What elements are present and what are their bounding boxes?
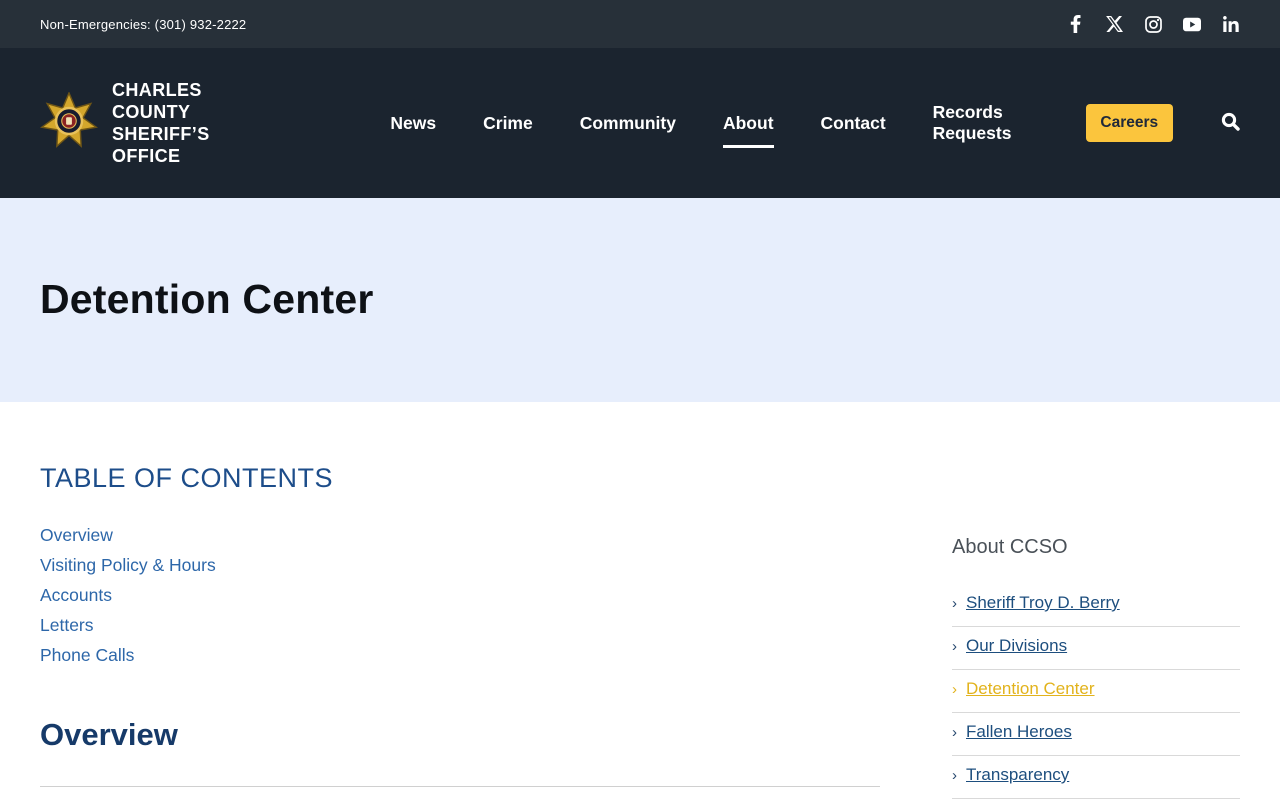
nav-item-crime[interactable]: Crime [483, 99, 533, 148]
toc-heading: TABLE OF CONTENTS [40, 463, 334, 493]
sidebar-heading: About CCSO [952, 536, 1068, 558]
nav-item-contact[interactable]: Contact [821, 99, 886, 148]
social-links [1066, 15, 1240, 33]
sidebar-links: › Sheriff Troy D. Berry › Our Divisions … [952, 584, 1240, 800]
about-ccso-sidebar: About CCSO › Sheriff Troy D. Berry › Our… [952, 463, 1240, 800]
sheriff-badge-icon [39, 90, 99, 155]
sidebar-item-transparency[interactable]: › Transparency [952, 756, 1240, 799]
nav-item-community[interactable]: Community [580, 99, 676, 148]
sidebar-link[interactable]: Transparency [966, 765, 1069, 785]
chevron-right-icon: › [952, 724, 957, 741]
site-logo[interactable]: CHARLES COUNTY SHERIFF’S OFFICE [39, 79, 268, 167]
sidebar-item-sheriff[interactable]: › Sheriff Troy D. Berry [952, 584, 1240, 627]
main-column: TABLE OF CONTENTS Overview Visiting Poli… [40, 463, 880, 800]
linkedin-icon[interactable] [1222, 15, 1240, 33]
sidebar-link[interactable]: Sheriff Troy D. Berry [966, 593, 1120, 613]
main-navbar: CHARLES COUNTY SHERIFF’S OFFICE News Cri… [0, 48, 1280, 198]
nav-item-about[interactable]: About [722, 99, 774, 148]
list-item: Phone Calls [40, 641, 880, 671]
list-item: Accounts [40, 581, 880, 611]
content-area: TABLE OF CONTENTS Overview Visiting Poli… [0, 463, 1280, 800]
search-icon [1221, 112, 1240, 134]
instagram-icon[interactable] [1144, 15, 1162, 33]
sidebar-link[interactable]: Fallen Heroes [966, 722, 1072, 742]
toc-link-phone-calls[interactable]: Phone Calls [40, 645, 134, 665]
chevron-right-icon: › [952, 767, 957, 784]
list-item: Letters [40, 611, 880, 641]
chevron-right-icon: › [952, 681, 957, 698]
sidebar-link[interactable]: Our Divisions [966, 636, 1067, 656]
page-title: Detention Center [40, 275, 374, 322]
facebook-icon[interactable] [1066, 15, 1084, 33]
non-emergency-phone: Non-Emergencies: (301) 932-2222 [40, 16, 247, 32]
sidebar-link[interactable]: Detention Center [966, 679, 1095, 699]
top-utility-bar: Non-Emergencies: (301) 932-2222 [0, 0, 1280, 48]
sidebar-item-detention-center[interactable]: › Detention Center [952, 670, 1240, 713]
page-hero: Detention Center [0, 198, 1280, 402]
toc-link-overview[interactable]: Overview [40, 525, 113, 545]
toc-link-accounts[interactable]: Accounts [40, 585, 112, 605]
chevron-right-icon: › [952, 595, 957, 612]
x-twitter-icon[interactable] [1105, 15, 1123, 33]
sidebar-item-fallen-heroes[interactable]: › Fallen Heroes [952, 713, 1240, 756]
brand-name: CHARLES COUNTY SHERIFF’S OFFICE [112, 80, 210, 166]
list-item: Visiting Policy & Hours [40, 551, 880, 581]
youtube-icon[interactable] [1183, 15, 1201, 33]
chevron-right-icon: › [952, 638, 957, 655]
search-button[interactable] [1221, 112, 1240, 134]
primary-nav: News Crime Community About Contact Recor… [390, 88, 1037, 158]
list-item: Overview [40, 521, 880, 551]
section-divider [40, 786, 880, 787]
table-of-contents: Overview Visiting Policy & Hours Account… [40, 521, 880, 671]
toc-link-visiting-policy[interactable]: Visiting Policy & Hours [40, 555, 216, 575]
careers-button[interactable]: Careers [1085, 104, 1174, 142]
overview-heading: Overview [40, 717, 178, 752]
nav-item-records-requests[interactable]: Records Requests [933, 88, 1038, 158]
nav-item-news[interactable]: News [390, 99, 436, 148]
toc-link-letters[interactable]: Letters [40, 615, 94, 635]
sidebar-item-our-divisions[interactable]: › Our Divisions [952, 627, 1240, 670]
